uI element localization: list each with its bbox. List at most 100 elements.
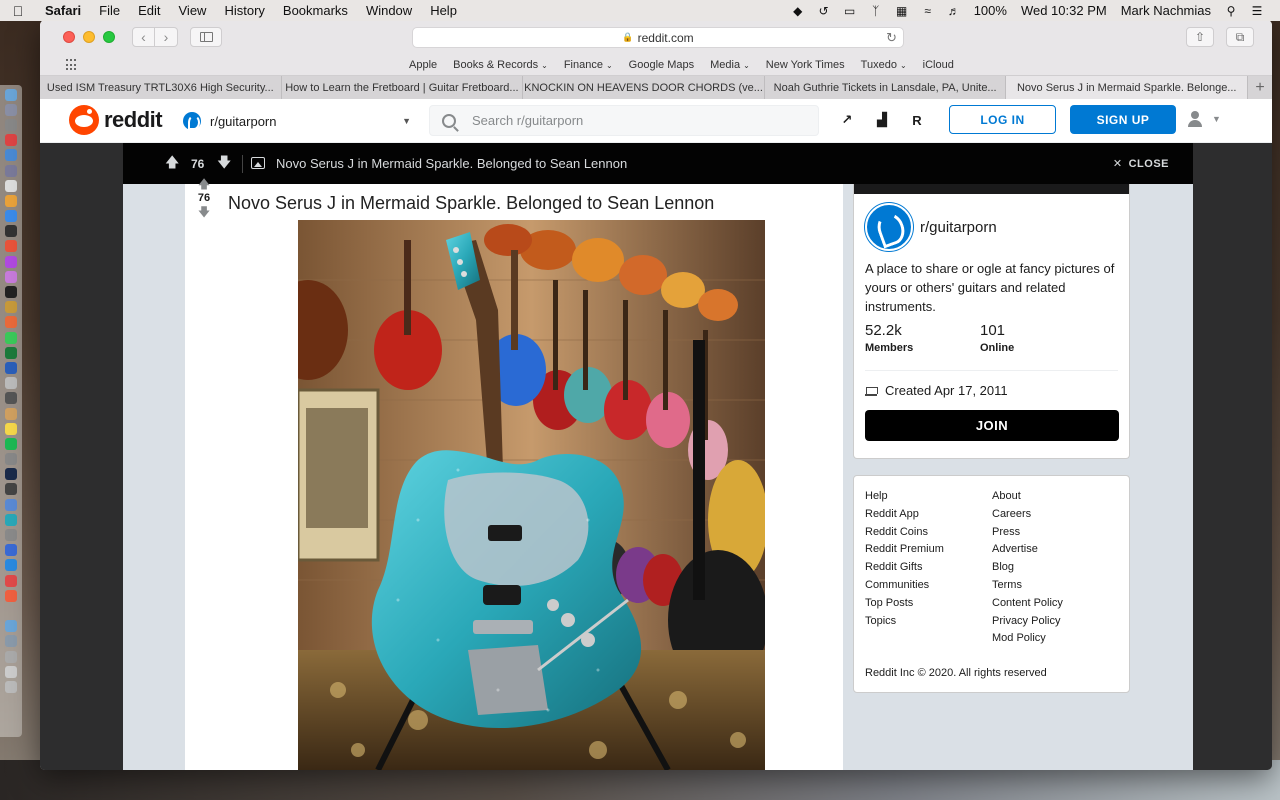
favorite-finance[interactable]: Finance ⌄ (556, 59, 621, 71)
browser-tab-2[interactable]: How to Learn the Fretboard | Guitar Fret… (282, 76, 524, 99)
footer-link-help[interactable]: Help (865, 488, 944, 506)
footer-link-reddit-gifts[interactable]: Reddit Gifts (865, 559, 944, 577)
footer-link-about[interactable]: About (992, 488, 1063, 506)
messages-icon[interactable] (5, 331, 17, 344)
share-button[interactable]: ⇧ (1186, 27, 1214, 47)
app-icon-tan[interactable] (5, 407, 17, 420)
minimize-window-button[interactable] (83, 31, 95, 43)
close-window-button[interactable] (63, 31, 75, 43)
signup-button[interactable]: SIGN UP (1070, 105, 1176, 134)
app-icon-gold[interactable] (5, 301, 17, 314)
downvote-icon[interactable]: 🡇 (198, 206, 210, 218)
app-icon-slate[interactable] (5, 392, 17, 405)
footer-link-press[interactable]: Press (992, 524, 1063, 542)
app-icon-crimson[interactable] (5, 574, 17, 587)
wifi-icon[interactable]: ≈ (915, 4, 941, 18)
forward-button[interactable]: › (155, 27, 178, 47)
footer-link-reddit-app[interactable]: Reddit App (865, 506, 944, 524)
community-selector[interactable]: r/guitarporn ▼ (183, 107, 411, 135)
app-icon-coral[interactable] (5, 316, 17, 329)
menu-view[interactable]: View (170, 3, 216, 18)
launchpad-icon[interactable] (5, 103, 17, 116)
menu-window[interactable]: Window (357, 3, 421, 18)
back-button[interactable]: ‹ (132, 27, 155, 47)
footer-link-content-policy[interactable]: Content Policy (992, 595, 1063, 613)
documents-folder-icon[interactable] (5, 635, 17, 648)
app-icon-white[interactable] (5, 179, 17, 192)
reddit-logo[interactable]: reddit (69, 105, 163, 135)
footer-link-privacy-policy[interactable]: Privacy Policy (992, 613, 1063, 631)
apple-menu-icon[interactable]:  (0, 3, 36, 19)
app-icon-red[interactable] (5, 134, 17, 147)
app-icon-silver[interactable] (5, 377, 17, 390)
menu-history[interactable]: History (215, 3, 273, 18)
app-icon-navy[interactable] (5, 544, 17, 557)
favorite-google-maps[interactable]: Google Maps (621, 59, 702, 71)
system-app-icon[interactable] (5, 118, 17, 131)
downloads-folder-icon[interactable] (5, 620, 17, 633)
rpan-icon[interactable]: R (907, 110, 927, 130)
time-machine-icon[interactable]: ↺ (811, 4, 837, 18)
app-icon-pale[interactable] (5, 665, 17, 678)
safari-dock-icon[interactable] (5, 210, 17, 223)
community-name[interactable]: r/guitarporn (920, 219, 997, 236)
favorite-media[interactable]: Media ⌄ (702, 59, 758, 71)
address-bar[interactable]: 🔒 reddit.com ↻ (412, 27, 904, 48)
menu-edit[interactable]: Edit (129, 3, 169, 18)
footer-link-mod-policy[interactable]: Mod Policy (992, 630, 1063, 648)
browser-tab-5[interactable]: Novo Serus J in Mermaid Sparkle. Belonge… (1006, 76, 1249, 99)
bluetooth-icon[interactable]: ᛉ (863, 4, 889, 18)
user-name[interactable]: Mark Nachmias (1114, 3, 1218, 18)
app-icon-black[interactable] (5, 286, 17, 299)
app-store-icon[interactable] (5, 559, 17, 572)
volume-icon[interactable]: ♬ (941, 4, 967, 18)
stats-icon[interactable]: ▟ (872, 110, 892, 130)
spotify-icon[interactable] (5, 437, 17, 450)
footer-link-careers[interactable]: Careers (992, 506, 1063, 524)
finder-icon[interactable] (5, 88, 17, 101)
upvote-icon[interactable]: 🡅 (165, 152, 179, 176)
footer-link-blog[interactable]: Blog (992, 559, 1063, 577)
downvote-icon[interactable]: 🡇 (217, 152, 231, 176)
favorite-apple[interactable]: Apple (401, 59, 445, 71)
battery-percent[interactable]: 100% (967, 3, 1014, 18)
app-icon-gray-2[interactable] (5, 453, 17, 466)
footer-link-advertise[interactable]: Advertise (992, 541, 1063, 559)
browser-tab-3[interactable]: KNOCKIN ON HEAVENS DOOR CHORDS (ve... (523, 76, 765, 99)
reload-icon[interactable]: ↻ (886, 30, 897, 46)
dropbox-icon[interactable]: ◆ (785, 4, 811, 18)
footer-link-reddit-coins[interactable]: Reddit Coins (865, 524, 944, 542)
app-icon-charcoal[interactable] (5, 483, 17, 496)
footer-link-communities[interactable]: Communities (865, 577, 944, 595)
notes-icon[interactable] (5, 422, 17, 435)
clock[interactable]: Wed 10:32 PM (1014, 3, 1114, 18)
word-icon[interactable] (5, 361, 17, 374)
spotlight-search-icon[interactable]: ⚲ (1218, 4, 1244, 18)
favorite-books-records[interactable]: Books & Records ⌄ (445, 59, 556, 71)
upvote-icon[interactable]: 🡅 (198, 178, 210, 190)
app-status-icon[interactable]: ▦ (889, 4, 915, 18)
app-icon-dark[interactable] (5, 225, 17, 238)
excel-icon[interactable] (5, 346, 17, 359)
chrome-icon[interactable] (5, 240, 17, 253)
favorite-tuxedo[interactable]: Tuxedo ⌄ (853, 59, 915, 71)
airplay-icon[interactable]: ▭ (837, 4, 863, 18)
notification-center-icon[interactable]: ☰ (1244, 4, 1270, 18)
app-icon-azure[interactable] (5, 498, 17, 511)
login-button[interactable]: LOG IN (949, 105, 1056, 134)
footer-link-reddit-premium[interactable]: Reddit Premium (865, 541, 944, 559)
podcasts-icon[interactable] (5, 270, 17, 283)
footer-link-top-posts[interactable]: Top Posts (865, 595, 944, 613)
app-icon-light-gray[interactable] (5, 650, 17, 663)
sidebar-toggle-button[interactable] (190, 27, 222, 47)
community-avatar-icon[interactable] (865, 203, 913, 251)
app-icon-teal[interactable] (5, 513, 17, 526)
favorite-new-york-times[interactable]: New York Times (758, 59, 853, 71)
app-icon-gray[interactable] (5, 164, 17, 177)
post-image[interactable] (298, 220, 765, 770)
trending-icon[interactable]: ↗ (837, 110, 857, 130)
trash-icon[interactable] (5, 680, 17, 693)
user-dropdown[interactable]: ▼ (1188, 111, 1221, 127)
search-input[interactable] (472, 113, 792, 128)
favorite-icloud[interactable]: iCloud (915, 59, 962, 71)
